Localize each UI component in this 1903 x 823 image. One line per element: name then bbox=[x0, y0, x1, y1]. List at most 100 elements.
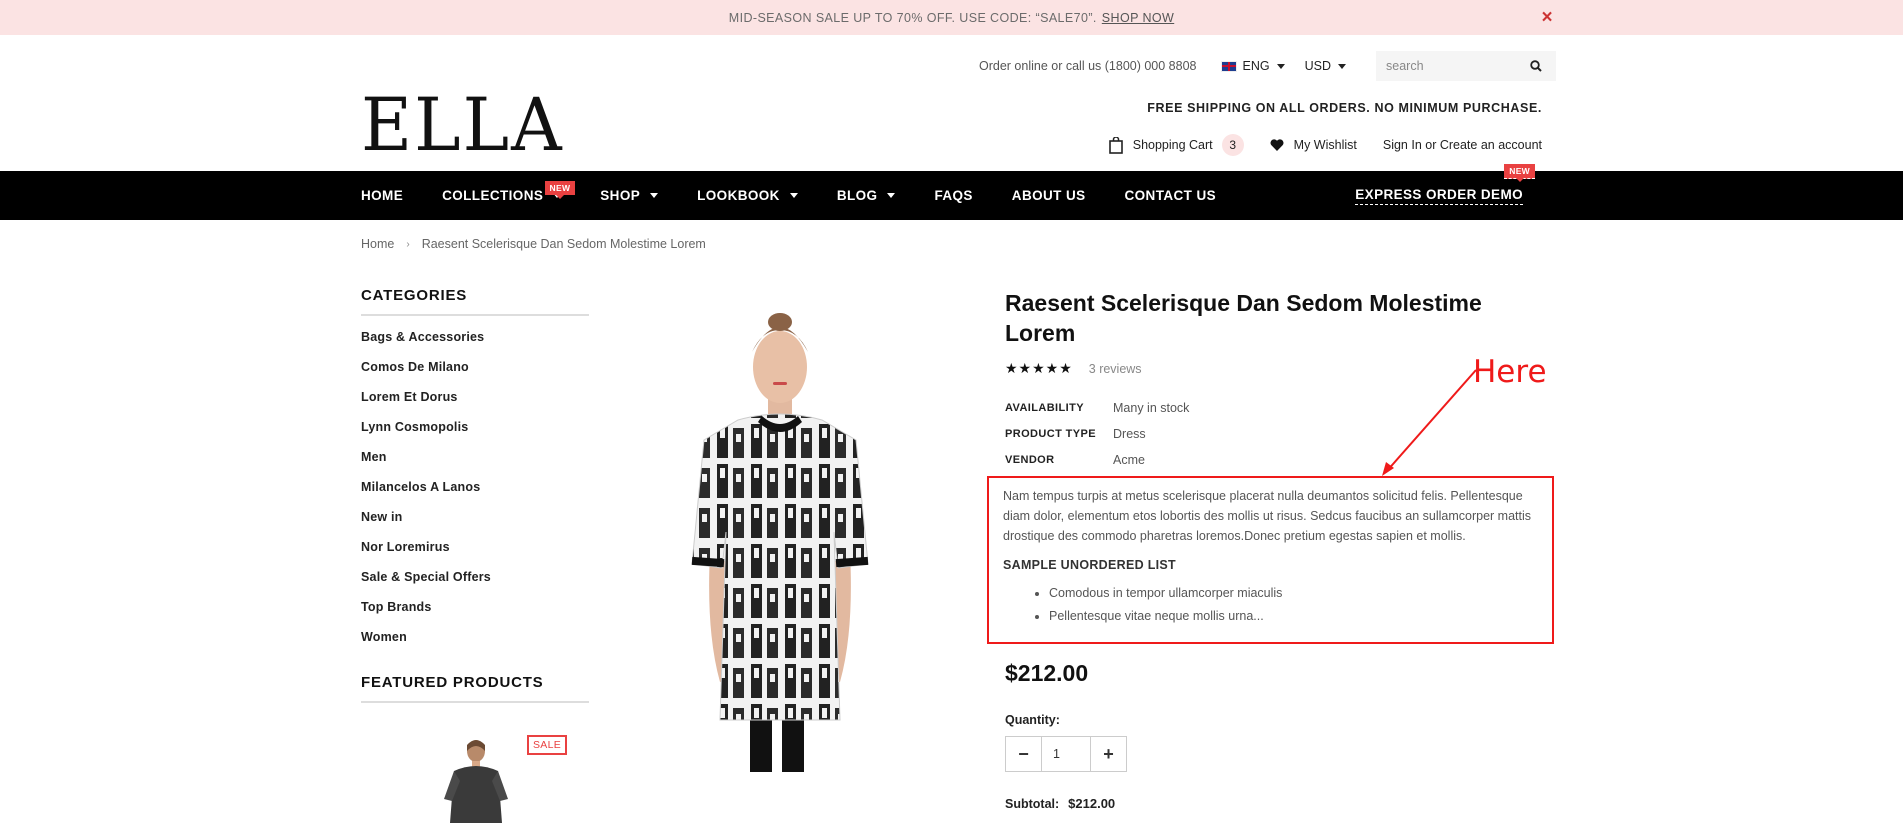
search-input[interactable] bbox=[1386, 59, 1526, 73]
nav-faqs[interactable]: FAQS bbox=[934, 188, 972, 203]
account-links: Sign In or Create an account bbox=[1383, 138, 1542, 152]
list-title: SAMPLE UNORDERED LIST bbox=[1003, 558, 1176, 572]
main-nav: HOME COLLECTIONS NEW SHOP LOOKBOOK BLOG … bbox=[0, 164, 1903, 220]
nav-label: HOME bbox=[361, 188, 404, 203]
category-item[interactable]: Nor Loremirus bbox=[361, 538, 589, 568]
express-order-link[interactable]: EXPRESS ORDER DEMO NEW bbox=[1355, 164, 1535, 220]
product-description: Nam tempus turpis at metus scelerisque p… bbox=[987, 476, 1554, 644]
subtotal: Subtotal: $212.00 bbox=[1005, 796, 1115, 811]
category-item[interactable]: Men bbox=[361, 448, 589, 478]
chevron-down-icon bbox=[650, 193, 659, 198]
express-label: EXPRESS ORDER DEMO bbox=[1355, 187, 1523, 205]
product-price: $212.00 bbox=[1005, 660, 1089, 686]
product-title: Raesent Scelerisque Dan Sedom Molestime … bbox=[1005, 290, 1482, 346]
chevron-down-icon bbox=[1338, 63, 1346, 69]
spec-key: PRODUCT TYPE bbox=[1005, 428, 1096, 440]
minus-icon[interactable]: − bbox=[1006, 737, 1041, 771]
annotation-label: Here bbox=[1473, 354, 1547, 390]
spec-value: Dress bbox=[1113, 427, 1146, 441]
plus-icon[interactable]: + bbox=[1091, 737, 1126, 771]
site-logo[interactable]: ELLA bbox=[361, 88, 564, 162]
breadcrumb-home[interactable]: Home bbox=[361, 237, 394, 251]
search-box bbox=[1376, 51, 1556, 81]
chevron-down-icon bbox=[887, 193, 896, 198]
header-topbar: Order online or call us (1800) 000 8808 … bbox=[979, 51, 1556, 81]
category-item[interactable]: Bags & Accessories bbox=[361, 328, 589, 358]
chevron-right-icon: › bbox=[406, 238, 410, 250]
wishlist-link[interactable]: My Wishlist bbox=[1270, 138, 1357, 152]
nav-label: COLLECTIONS bbox=[442, 188, 544, 203]
new-badge: NEW bbox=[1504, 164, 1535, 182]
quantity-label: Quantity: bbox=[1005, 713, 1060, 727]
description-text: Nam tempus turpis at metus scelerisque p… bbox=[1003, 489, 1532, 543]
spec-key: AVAILABILITY bbox=[1005, 402, 1084, 414]
close-icon[interactable]: × bbox=[1542, 7, 1554, 29]
list-item: Pellentesque vitae neque mollis urna... bbox=[1049, 605, 1538, 628]
search-icon[interactable] bbox=[1530, 60, 1542, 75]
shipping-notice: FREE SHIPPING ON ALL ORDERS. NO MINIMUM … bbox=[1147, 101, 1542, 115]
category-item[interactable]: Women bbox=[361, 628, 589, 658]
promo-bar: MID-SEASON SALE UP TO 70% OFF. USE CODE:… bbox=[0, 0, 1903, 35]
quantity-input[interactable] bbox=[1041, 737, 1091, 771]
featured-product-image[interactable] bbox=[436, 739, 516, 823]
subtotal-value: $212.00 bbox=[1068, 796, 1116, 811]
quantity-stepper: − + bbox=[1005, 736, 1127, 772]
breadcrumb: Home › Raesent Scelerisque Dan Sedom Mol… bbox=[361, 237, 706, 251]
new-badge: NEW bbox=[544, 181, 576, 199]
product-image[interactable] bbox=[680, 302, 880, 772]
or-text: or bbox=[1421, 138, 1440, 152]
subtotal-label: Subtotal: bbox=[1005, 796, 1060, 811]
reviews-link[interactable]: 3 reviews bbox=[1089, 362, 1142, 376]
create-account-link[interactable]: Create an account bbox=[1440, 138, 1542, 152]
nav-label: SHOP bbox=[600, 188, 641, 203]
shop-now-link[interactable]: SHOP NOW bbox=[1102, 11, 1174, 25]
language-label: ENG bbox=[1242, 59, 1270, 73]
account-row: Shopping Cart 3 My Wishlist Sign In or C… bbox=[1108, 134, 1542, 156]
language-select[interactable]: ENG bbox=[1220, 59, 1285, 73]
category-item[interactable]: New in bbox=[361, 508, 589, 538]
nav-label: LOOKBOOK bbox=[697, 188, 780, 203]
nav-lookbook[interactable]: LOOKBOOK bbox=[697, 188, 798, 203]
list-item: Comodous in tempor ullamcorper miaculis bbox=[1049, 582, 1538, 605]
cart-count-badge: 3 bbox=[1221, 134, 1244, 156]
spec-value: Many in stock bbox=[1113, 401, 1190, 415]
phone-text: Order online or call us (1800) 000 8808 bbox=[979, 59, 1197, 73]
featured-products-title: FEATURED PRODUCTS bbox=[361, 674, 589, 703]
category-item[interactable]: Comos De Milano bbox=[361, 358, 589, 388]
nav-contact-us[interactable]: CONTACT US bbox=[1125, 188, 1217, 203]
nav-label: ABOUT US bbox=[1011, 188, 1086, 203]
category-item[interactable]: Lynn Cosmopolis bbox=[361, 418, 589, 448]
category-item[interactable]: Sale & Special Offers bbox=[361, 568, 589, 598]
nav-shop[interactable]: SHOP bbox=[600, 188, 659, 203]
category-item[interactable]: Top Brands bbox=[361, 598, 589, 628]
nav-home[interactable]: HOME bbox=[361, 188, 403, 203]
category-item[interactable]: Milancelos A Lanos bbox=[361, 478, 589, 508]
sign-in-link[interactable]: Sign In bbox=[1383, 138, 1422, 152]
sale-badge: SALE bbox=[527, 735, 568, 755]
promo-text: MID-SEASON SALE UP TO 70% OFF. USE CODE:… bbox=[728, 10, 1097, 25]
annotation-arrow-icon bbox=[1382, 369, 1477, 476]
nav-label: BLOG bbox=[836, 188, 878, 203]
nav-collections[interactable]: COLLECTIONS NEW bbox=[442, 181, 576, 203]
currency-label: USD bbox=[1304, 59, 1331, 73]
breadcrumb-current: Raesent Scelerisque Dan Sedom Molestime … bbox=[421, 237, 706, 251]
nav-about-us[interactable]: ABOUT US bbox=[1012, 188, 1086, 203]
chevron-down-icon bbox=[1276, 63, 1285, 69]
sidebar: CATEGORIES Bags & Accessories Comos De M… bbox=[361, 287, 589, 658]
heart-icon bbox=[1270, 139, 1284, 151]
uk-flag-icon bbox=[1220, 60, 1237, 72]
chevron-down-icon bbox=[789, 193, 798, 198]
shopping-cart-link[interactable]: Shopping Cart 3 bbox=[1108, 134, 1244, 156]
nav-label: FAQS bbox=[934, 188, 973, 203]
category-item[interactable]: Lorem Et Dorus bbox=[361, 388, 589, 418]
shopping-bag-icon bbox=[1108, 136, 1123, 154]
sample-list: Comodous in tempor ullamcorper miaculis … bbox=[1003, 582, 1538, 628]
cart-label: Shopping Cart bbox=[1132, 138, 1213, 152]
star-rating-icon: ★★★★★ bbox=[1005, 360, 1073, 376]
nav-blog[interactable]: BLOG bbox=[837, 188, 896, 203]
category-list: Bags & Accessories Comos De Milano Lorem… bbox=[361, 328, 589, 658]
wishlist-label: My Wishlist bbox=[1293, 138, 1357, 152]
categories-title: CATEGORIES bbox=[361, 287, 589, 316]
nav-label: CONTACT US bbox=[1124, 188, 1216, 203]
currency-select[interactable]: USD bbox=[1305, 59, 1346, 73]
